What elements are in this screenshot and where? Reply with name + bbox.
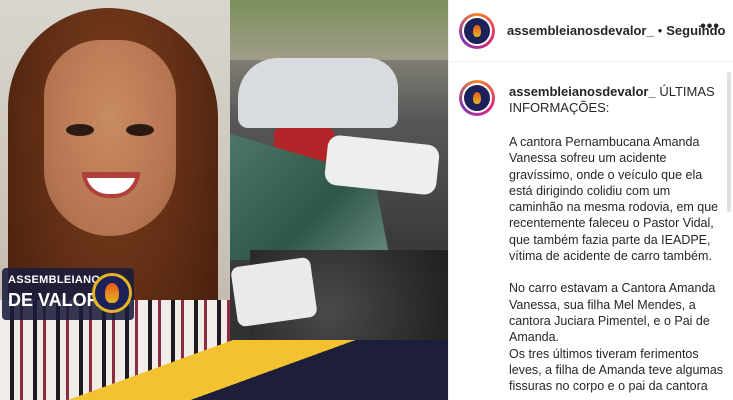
header-username[interactable]: assembleianosdevalor_ — [507, 23, 654, 38]
more-options-icon[interactable]: ••• — [700, 19, 720, 35]
flame-icon — [473, 92, 481, 104]
brand-line-2: DE VALOR — [8, 290, 100, 310]
caption-paragraph: No carro estavam a Cantora Amanda Vaness… — [509, 281, 716, 345]
flame-icon — [105, 283, 119, 303]
brand-badge: ASSEMBLEIANOS DE VALOR — [2, 268, 134, 320]
brand-stripe — [0, 340, 448, 400]
left-eye — [66, 124, 94, 136]
separator-dot: • — [657, 23, 663, 38]
caption-avatar[interactable] — [459, 80, 495, 116]
post-panel: assembleianosdevalor_ • Seguindo ••• ass… — [448, 0, 733, 400]
caption-body: A cantora Pernambucana Amanda Vanessa so… — [509, 134, 727, 400]
flame-icon — [473, 24, 481, 37]
brand-logo-icon — [92, 273, 132, 313]
plastic-bag — [230, 256, 318, 328]
smile — [82, 172, 140, 198]
post-image[interactable]: ASSEMBLEIANOS DE VALOR — [0, 0, 448, 400]
caption-paragraph: A cantora Pernambucana Amanda Vanessa so… — [509, 135, 719, 264]
post-header: assembleianosdevalor_ • Seguindo ••• — [449, 0, 733, 62]
crushed-roof — [238, 58, 398, 128]
right-eye — [126, 124, 154, 136]
crash-background — [230, 0, 448, 60]
avatar-image — [462, 83, 492, 113]
caption-username[interactable]: assembleianosdevalor_ — [509, 84, 656, 99]
profile-avatar[interactable] — [459, 12, 495, 49]
caption-paragraph: Os tres últimos tiveram ferimentos leves… — [509, 346, 724, 394]
caption-header: assembleianosdevalor_ ÚLTIMAS INFORMAÇÕE… — [509, 84, 724, 116]
face-shape — [44, 40, 176, 236]
scrollbar[interactable] — [727, 72, 731, 212]
avatar-image — [462, 15, 492, 46]
